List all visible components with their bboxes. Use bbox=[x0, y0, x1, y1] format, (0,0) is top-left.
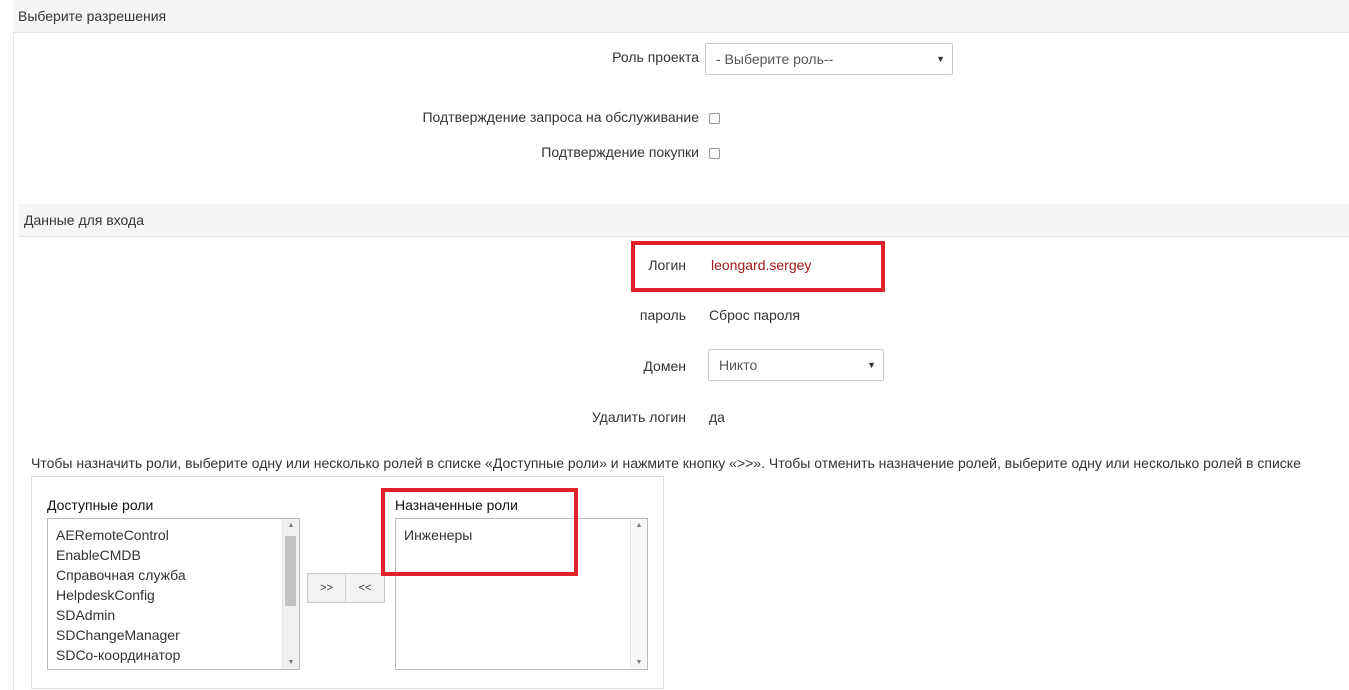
reset-password-link[interactable]: Сброс пароля bbox=[709, 307, 800, 323]
assigned-roles-scrollbar[interactable]: ▲ ▼ bbox=[630, 519, 647, 669]
scroll-down-icon[interactable]: ▼ bbox=[283, 659, 299, 666]
scroll-down-icon[interactable]: ▼ bbox=[631, 659, 647, 666]
chevron-down-icon: ▼ bbox=[867, 360, 876, 370]
list-item[interactable]: AERemoteControl bbox=[56, 527, 169, 543]
left-border bbox=[13, 0, 14, 690]
available-roles-label: Доступные роли bbox=[47, 497, 154, 513]
available-roles-list[interactable]: AERemoteControl EnableCMDB Справочная сл… bbox=[47, 518, 300, 670]
project-role-value: - Выберите роль-- bbox=[716, 51, 834, 67]
list-item[interactable]: SDCo-координатор bbox=[56, 647, 180, 663]
password-label: пароль bbox=[639, 307, 686, 323]
login-value: leongard.sergey bbox=[711, 257, 812, 273]
add-role-button[interactable]: >> bbox=[307, 573, 346, 603]
scroll-thumb[interactable] bbox=[285, 536, 296, 606]
scroll-up-icon[interactable]: ▲ bbox=[631, 522, 647, 529]
list-item[interactable]: SDAdmin bbox=[56, 607, 115, 623]
purchase-checkbox[interactable] bbox=[709, 148, 720, 159]
login-data-header: Данные для входа bbox=[19, 204, 1349, 237]
service-request-label: Подтверждение запроса на обслуживание bbox=[422, 109, 699, 125]
service-request-checkbox[interactable] bbox=[709, 113, 720, 124]
delete-login-value[interactable]: да bbox=[709, 409, 725, 425]
roles-instructions: Чтобы назначить роли, выберите одну или … bbox=[31, 455, 1301, 471]
login-label: Логин bbox=[648, 257, 686, 273]
list-item[interactable]: EnableCMDB bbox=[56, 547, 141, 563]
project-role-label: Роль проекта bbox=[612, 49, 699, 65]
domain-value: Никто bbox=[719, 357, 758, 373]
list-item[interactable]: Справочная служба bbox=[56, 567, 186, 583]
scroll-up-icon[interactable]: ▲ bbox=[283, 522, 299, 529]
list-item[interactable]: SDChangeManager bbox=[56, 627, 180, 643]
domain-label: Домен bbox=[643, 358, 686, 374]
available-roles-scrollbar[interactable]: ▲ ▼ bbox=[282, 519, 299, 669]
chevron-down-icon: ▼ bbox=[936, 54, 945, 64]
purchase-label: Подтверждение покупки bbox=[541, 144, 699, 160]
delete-login-label: Удалить логин bbox=[591, 409, 686, 425]
project-role-select[interactable]: - Выберите роль-- ▼ bbox=[705, 43, 953, 75]
list-item[interactable]: HelpdeskConfig bbox=[56, 587, 155, 603]
permissions-header: Выберите разрешения bbox=[13, 0, 1349, 33]
domain-select[interactable]: Никто ▼ bbox=[708, 349, 884, 381]
remove-role-button[interactable]: << bbox=[345, 573, 385, 603]
assigned-roles-highlight-box bbox=[381, 488, 578, 576]
